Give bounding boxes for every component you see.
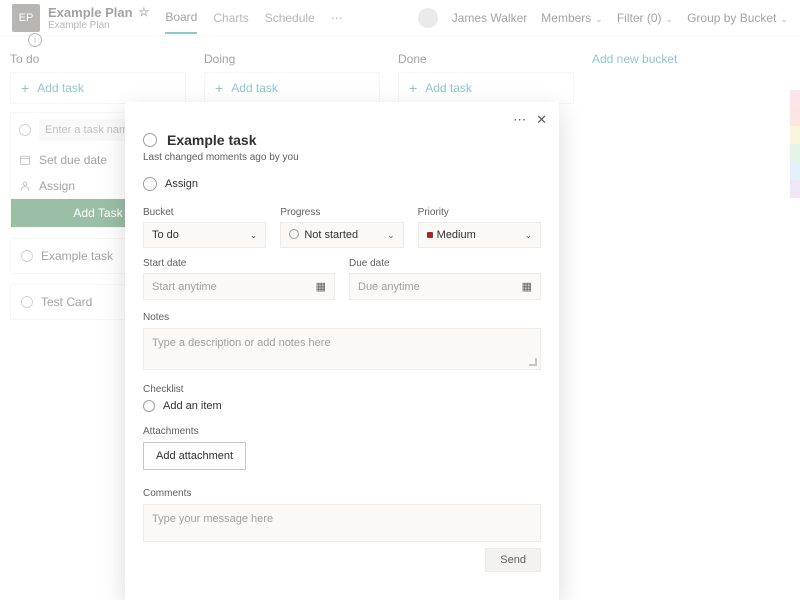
- assign-button[interactable]: Assign: [143, 177, 541, 191]
- circle-icon: [143, 400, 155, 412]
- notes-label: Notes: [143, 312, 541, 323]
- bucket-select[interactable]: To do⌄: [143, 222, 266, 248]
- person-icon: [143, 177, 157, 191]
- last-modified: Last changed moments ago by you: [143, 152, 541, 163]
- add-attachment-button[interactable]: Add attachment: [143, 442, 246, 470]
- calendar-icon: ▦: [522, 280, 532, 293]
- comment-input[interactable]: Type your message here: [143, 504, 541, 542]
- priority-icon: [427, 232, 433, 238]
- checklist-add[interactable]: Add an item: [143, 400, 541, 412]
- comments-label: Comments: [143, 488, 541, 499]
- due-date-input[interactable]: Due anytime▦: [349, 273, 541, 300]
- start-date-input[interactable]: Start anytime▦: [143, 273, 335, 300]
- progress-select[interactable]: Not started⌄: [280, 222, 403, 248]
- priority-select[interactable]: Medium⌄: [418, 222, 541, 248]
- task-dialog: ⋯ ✕ Example task Last changed moments ago…: [125, 102, 559, 600]
- close-icon[interactable]: ✕: [536, 112, 547, 128]
- notes-input[interactable]: Type a description or add notes here: [143, 328, 541, 370]
- start-date-label: Start date: [143, 258, 335, 269]
- due-date-label: Due date: [349, 258, 541, 269]
- send-button[interactable]: Send: [485, 548, 541, 572]
- complete-toggle[interactable]: [143, 133, 157, 147]
- bucket-label: Bucket: [143, 207, 266, 218]
- attachments-label: Attachments: [143, 426, 541, 437]
- priority-label: Priority: [418, 207, 541, 218]
- checklist-label: Checklist: [143, 384, 541, 395]
- progress-label: Progress: [280, 207, 403, 218]
- calendar-icon: ▦: [316, 280, 326, 293]
- more-icon[interactable]: ⋯: [513, 112, 526, 128]
- task-title[interactable]: Example task: [167, 132, 257, 148]
